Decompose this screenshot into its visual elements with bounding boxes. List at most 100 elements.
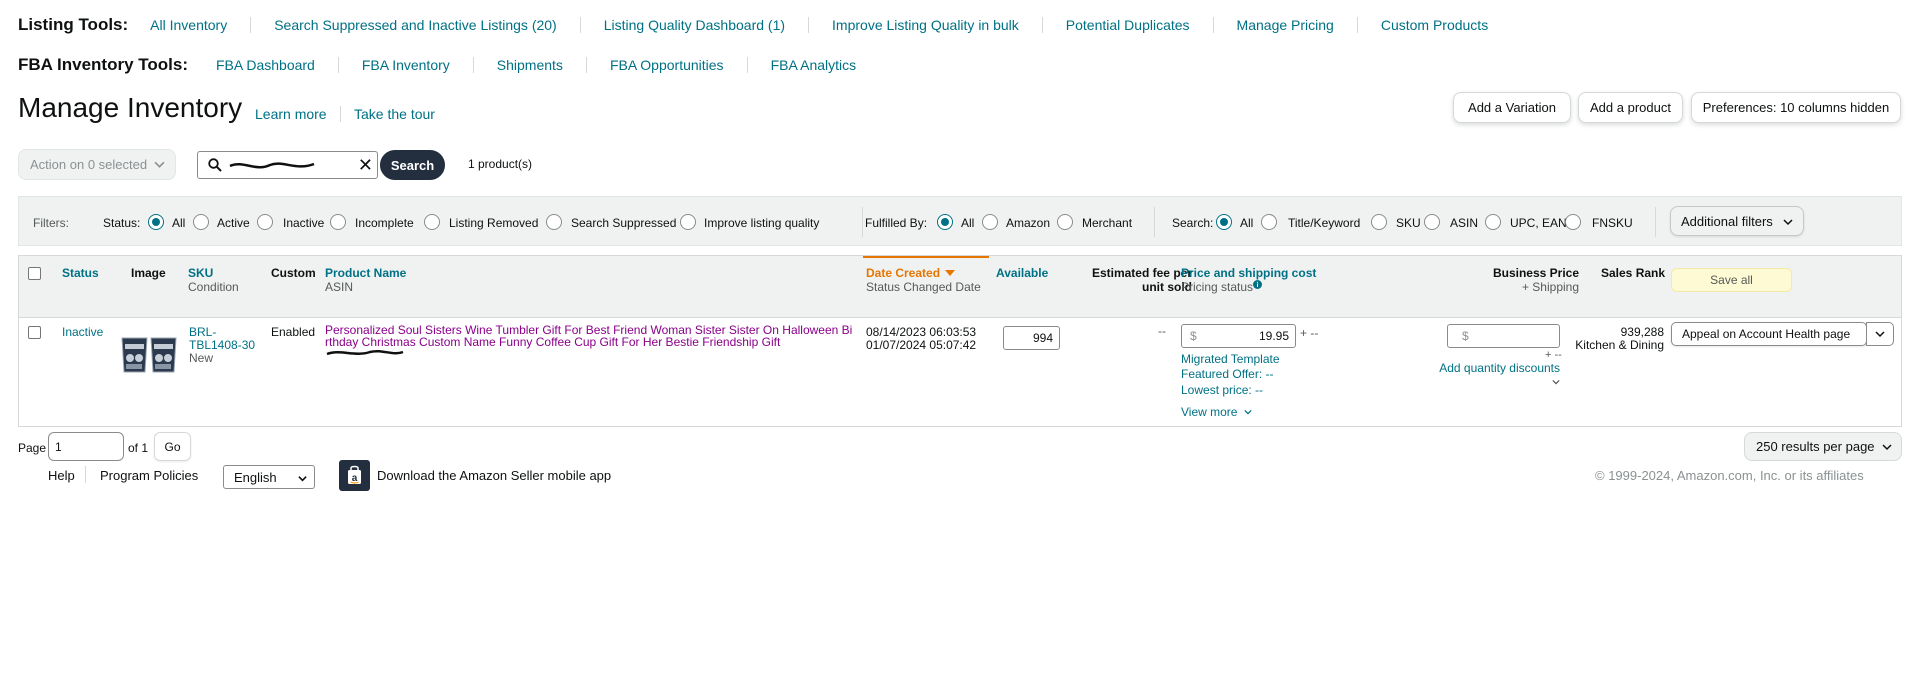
results-per-page-dropdown[interactable]: 250 results per page xyxy=(1744,432,1902,461)
search-radio-fnsku[interactable] xyxy=(1565,214,1581,230)
status-radio-all[interactable] xyxy=(148,214,164,230)
help-link[interactable]: Help xyxy=(48,468,75,483)
listing-tools-title: Listing Tools: xyxy=(18,15,129,34)
learn-more-link[interactable]: Learn more xyxy=(255,106,327,122)
nav-listing-quality-dashboard[interactable]: Listing Quality Dashboard (1) xyxy=(579,17,808,33)
row-shipping: + -- xyxy=(1300,326,1319,340)
status-filter-label: Status: xyxy=(103,216,141,230)
status-radio-search-suppressed[interactable] xyxy=(546,214,562,230)
language-select[interactable]: English xyxy=(223,465,315,489)
fulfilled-radio-merchant[interactable] xyxy=(1057,214,1073,230)
search-option-label: UPC, EAN xyxy=(1510,216,1567,230)
appeal-account-health-button[interactable]: Appeal on Account Health page xyxy=(1671,322,1867,346)
page-title: Manage Inventory xyxy=(18,92,243,123)
nav-improve-listing-quality[interactable]: Improve Listing Quality in bulk xyxy=(808,17,1042,33)
bulk-action-dropdown[interactable]: Action on 0 selected xyxy=(18,149,176,180)
amazon-app-icon[interactable]: a xyxy=(339,460,370,491)
download-app-link[interactable]: Download the Amazon Seller mobile app xyxy=(377,468,611,483)
view-more-label: View more xyxy=(1181,405,1238,419)
redacted-asin xyxy=(326,350,404,356)
clear-search-icon[interactable]: ✕ xyxy=(358,155,373,175)
nav-all-inventory[interactable]: All Inventory xyxy=(134,17,250,33)
search-radio-title-keyword[interactable] xyxy=(1261,214,1277,230)
nav-search-suppressed[interactable]: Search Suppressed and Inactive Listings … xyxy=(250,17,580,33)
search-radio-all[interactable] xyxy=(1216,214,1232,230)
search-radio-sku[interactable] xyxy=(1371,214,1387,230)
row-sku[interactable]: BRL- TBL1408-30 xyxy=(189,326,255,352)
save-all-button[interactable]: Save all xyxy=(1671,268,1792,292)
additional-filters-button[interactable]: Additional filters xyxy=(1670,206,1804,236)
price-input[interactable]: $ 19.95 xyxy=(1181,324,1296,348)
col-image: Image xyxy=(131,266,166,280)
nav-potential-duplicates[interactable]: Potential Duplicates xyxy=(1041,17,1213,33)
available-quantity-input[interactable]: 994 xyxy=(1003,326,1060,350)
nav-fba-analytics[interactable]: FBA Analytics xyxy=(746,57,880,73)
row-actions-dropdown[interactable] xyxy=(1866,322,1894,346)
chevron-down-icon xyxy=(154,161,165,168)
fulfilled-option-label: All xyxy=(961,216,975,230)
col-date-created[interactable]: Date Created Status Changed Date xyxy=(866,266,981,294)
fba-tools-title: FBA Inventory Tools: xyxy=(18,55,188,74)
program-policies-link[interactable]: Program Policies xyxy=(100,468,198,483)
status-radio-incomplete[interactable] xyxy=(330,214,346,230)
add-variation-button[interactable]: Add a Variation xyxy=(1453,92,1571,123)
status-radio-improve-listing-quality[interactable] xyxy=(680,214,696,230)
page-total: of 1 xyxy=(128,441,149,455)
row-status[interactable]: Inactive xyxy=(62,326,103,339)
row-checkbox[interactable] xyxy=(28,326,41,339)
fulfilled-option-label: Merchant xyxy=(1082,216,1133,230)
select-all-checkbox[interactable] xyxy=(28,267,41,280)
fulfilled-option-label: Amazon xyxy=(1006,216,1051,230)
divider xyxy=(340,106,341,122)
search-option-label: ASIN xyxy=(1450,216,1479,230)
chevron-down-icon xyxy=(298,476,307,482)
go-button[interactable]: Go xyxy=(154,432,191,461)
inventory-table: Status Image SKU Condition Custom Produc… xyxy=(18,255,1902,427)
search-input[interactable]: ✕ xyxy=(197,151,378,179)
fulfilled-radio-amazon[interactable] xyxy=(982,214,998,230)
divider xyxy=(862,207,863,237)
search-filter-label: Search: xyxy=(1172,216,1214,230)
take-tour-link[interactable]: Take the tour xyxy=(354,106,435,122)
nav-manage-pricing[interactable]: Manage Pricing xyxy=(1212,17,1357,33)
currency-symbol: $ xyxy=(1190,329,1197,343)
nav-fba-inventory[interactable]: FBA Inventory xyxy=(337,57,473,73)
sort-indicator-bar xyxy=(863,256,989,258)
chevron-down-icon xyxy=(1882,444,1892,451)
add-product-button[interactable]: Add a product xyxy=(1578,92,1683,123)
search-radio-asin[interactable] xyxy=(1424,214,1440,230)
add-quantity-discounts-link[interactable]: Add quantity discounts xyxy=(1434,362,1560,375)
chevron-down-icon xyxy=(1244,409,1252,415)
search-button[interactable]: Search xyxy=(380,150,445,180)
view-more-link[interactable]: View more xyxy=(1181,406,1252,419)
nav-custom-products[interactable]: Custom Products xyxy=(1356,17,1511,33)
product-image[interactable] xyxy=(121,336,177,374)
listing-tools-nav: Listing Tools: All Inventory Search Supp… xyxy=(18,15,1511,35)
preferences-button[interactable]: Preferences: 10 columns hidden xyxy=(1691,92,1901,123)
row-product-name[interactable]: Personalized Soul Sisters Wine Tumbler G… xyxy=(325,324,859,348)
col-available[interactable]: Available xyxy=(996,266,1048,280)
nav-fba-opportunities[interactable]: FBA Opportunities xyxy=(585,57,747,73)
fulfilled-radio-all[interactable] xyxy=(937,214,953,230)
row-status-changed: 01/07/2024 05:07:42 xyxy=(866,338,977,352)
row-product-name-line2: rthday Christmas Custom Name Funny Coffe… xyxy=(325,335,781,349)
nav-shipments[interactable]: Shipments xyxy=(472,57,586,73)
search-radio-upc-ean[interactable] xyxy=(1485,214,1501,230)
nav-fba-dashboard[interactable]: FBA Dashboard xyxy=(194,57,338,73)
col-sku[interactable]: SKU Condition xyxy=(188,266,239,294)
price-value: 19.95 xyxy=(1258,329,1289,343)
currency-symbol: $ xyxy=(1462,329,1469,343)
row-sku-line1: BRL- xyxy=(189,325,217,339)
col-price[interactable]: Price and shipping cost Pricing status xyxy=(1181,266,1316,294)
col-product-name[interactable]: Product Name ASIN xyxy=(325,266,406,294)
col-date-created-label: Date Created xyxy=(866,266,941,280)
page-number-input[interactable]: 1 xyxy=(48,432,124,461)
col-status[interactable]: Status xyxy=(62,266,99,280)
status-radio-active[interactable] xyxy=(193,214,209,230)
status-radio-inactive[interactable] xyxy=(257,214,273,230)
business-price-input[interactable]: $ xyxy=(1447,324,1560,348)
chevron-down-icon[interactable] xyxy=(1552,378,1560,386)
status-option-label: All xyxy=(172,216,186,230)
row-pricing-status[interactable]: Migrated Template xyxy=(1181,353,1280,366)
status-radio-listing-removed[interactable] xyxy=(424,214,440,230)
